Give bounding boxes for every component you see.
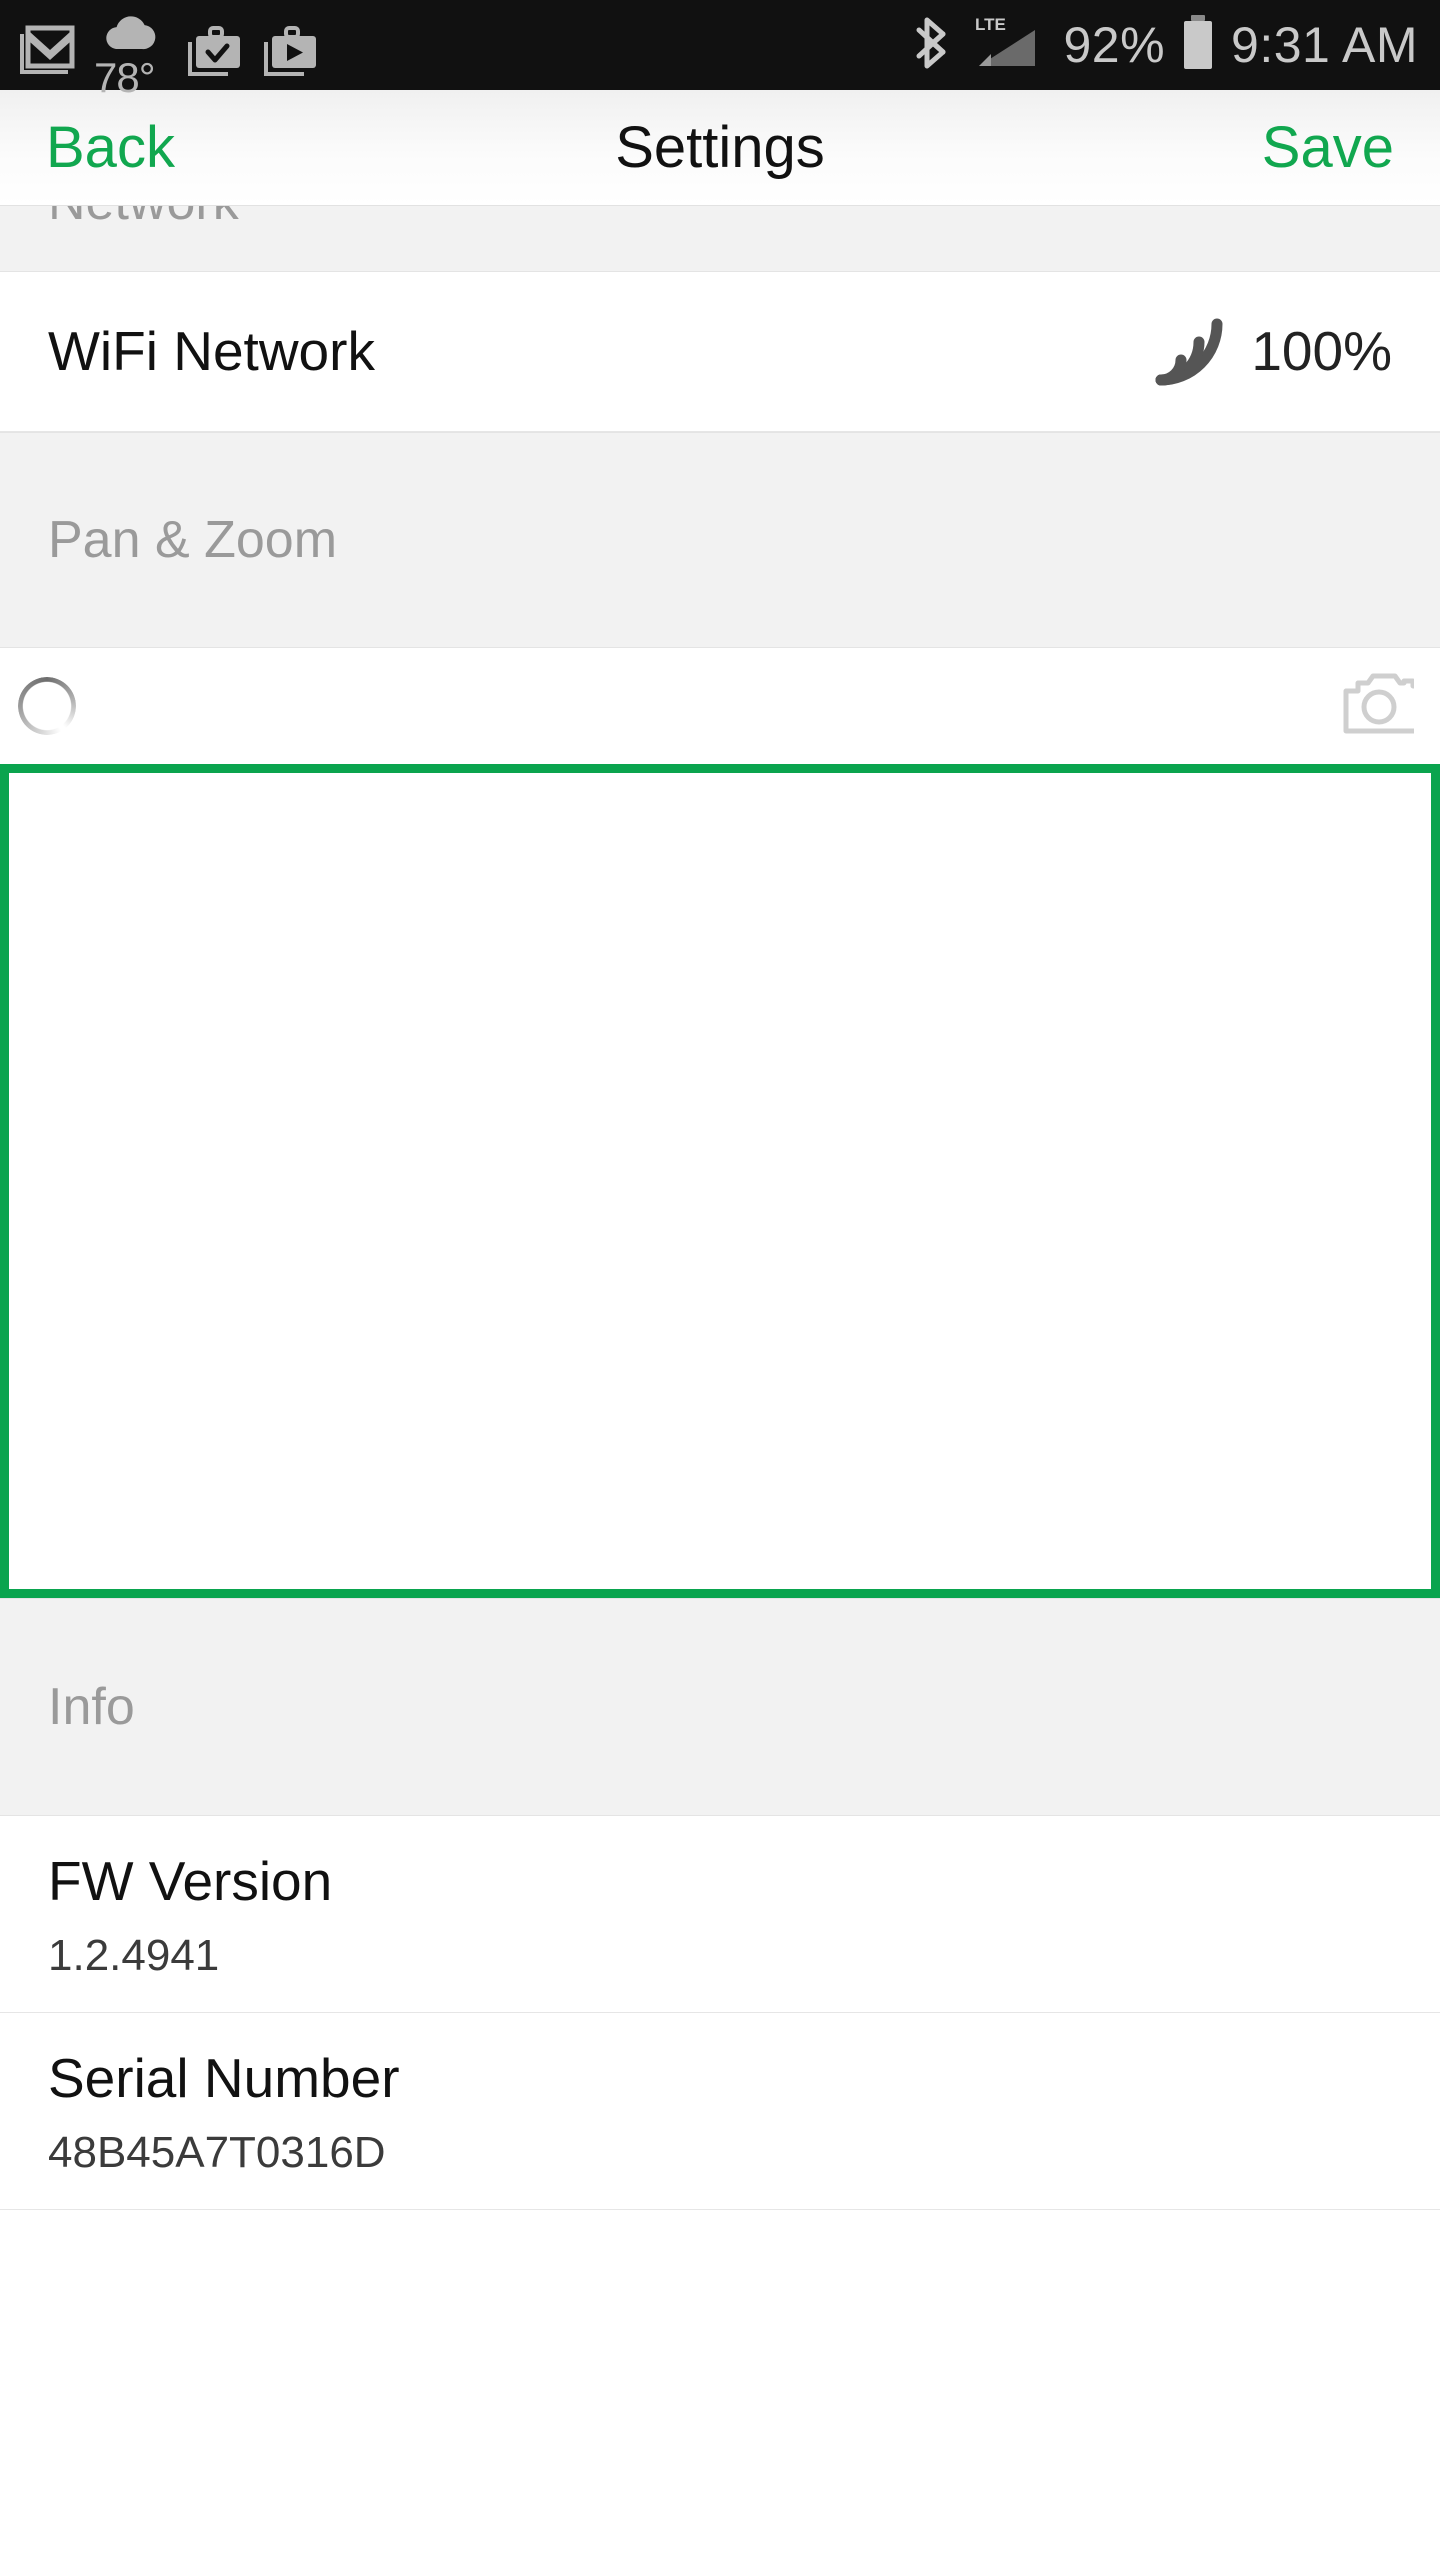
battery-percentage: 92% <box>1063 17 1166 73</box>
loading-spinner-icon <box>18 677 76 735</box>
play-briefcase-icon <box>260 22 322 89</box>
page-title: Settings <box>615 114 825 180</box>
row-wifi-network[interactable]: WiFi Network 100% <box>0 272 1440 432</box>
status-bar: 78° LTE 92% 9:31 AM <box>0 0 1440 99</box>
camera-icon[interactable] <box>1342 673 1421 740</box>
row-serial-number[interactable]: Serial Number 48B45A7T0316D <box>0 2012 1440 2210</box>
back-button[interactable]: Back <box>46 118 175 177</box>
battery-icon <box>1179 13 1217 78</box>
settings-scroll-view[interactable]: Network WiFi Network 100% Pan & Zoom <box>0 206 1440 2270</box>
tasks-briefcase-icon <box>184 22 246 89</box>
status-bar-left-icons: 78° <box>14 0 322 99</box>
serial-number-label: Serial Number <box>48 2046 400 2109</box>
section-header-pan-zoom: Pan & Zoom <box>0 432 1440 648</box>
section-header-network: Network <box>0 206 1440 272</box>
svg-text:LTE: LTE <box>975 15 1006 34</box>
weather-temperature: 78° <box>94 54 156 101</box>
section-header-info: Info <box>0 1598 1440 1816</box>
serial-number-value: 48B45A7T0316D <box>48 2128 386 2178</box>
wifi-network-label: WiFi Network <box>48 320 375 382</box>
navigation-bar: Back Settings Save <box>0 90 1440 206</box>
lte-signal-icon: LTE <box>969 12 1049 79</box>
wifi-signal-icon <box>1147 310 1225 393</box>
gmail-icon <box>14 20 78 89</box>
pan-zoom-toolbar <box>0 648 1440 764</box>
bluetooth-icon <box>915 14 955 77</box>
status-bar-right-items: LTE 92% 9:31 AM <box>915 12 1418 79</box>
camera-preview-viewport[interactable] <box>0 764 1440 1598</box>
clock: 9:31 AM <box>1231 17 1418 73</box>
save-button[interactable]: Save <box>1262 118 1394 177</box>
row-fw-version[interactable]: FW Version 1.2.4941 <box>0 1816 1440 2013</box>
weather-icon: 78° <box>92 11 170 99</box>
wifi-signal-value: 100% <box>1251 320 1392 382</box>
fw-version-label: FW Version <box>48 1850 333 1912</box>
fw-version-value: 1.2.4941 <box>48 1931 220 1981</box>
bottom-spacer <box>0 2209 1440 2270</box>
